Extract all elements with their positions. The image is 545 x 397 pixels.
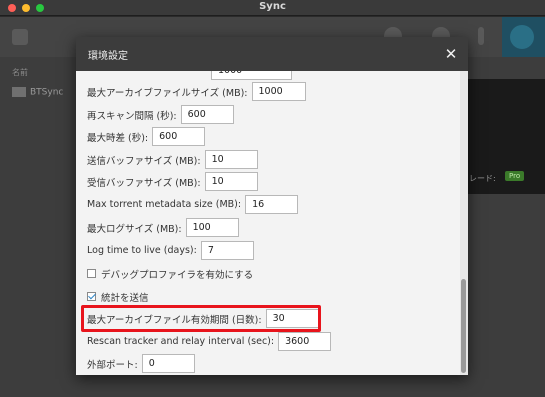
sidebar-header: 名前 xyxy=(12,68,28,77)
setting-row-max-time-diff: 最大時差 (秒): 600 xyxy=(87,127,206,146)
setting-row-recv-buffer: 受信バッファサイズ (MB): 10 xyxy=(87,172,258,191)
setting-label: 最大ログサイズ (MB): xyxy=(87,223,182,235)
setting-label: Max torrent metadata size (MB): xyxy=(87,199,242,210)
setting-partial-input[interactable]: 1000 xyxy=(211,71,292,80)
setting-label: 最大時差 (秒): xyxy=(87,132,149,144)
setting-label: 最大アーカイブファイルサイズ (MB): xyxy=(87,87,248,99)
dialog-title: 環境設定 xyxy=(88,51,128,62)
log-ttl-input[interactable]: 7 xyxy=(200,241,254,260)
setting-row-rescan-interval: 再スキャン間隔 (秒): 600 xyxy=(87,105,234,124)
debug-profiler-checkbox[interactable] xyxy=(87,269,96,278)
setting-label: 再スキャン間隔 (秒): xyxy=(87,110,177,122)
toolbar-divider-icon xyxy=(478,27,484,45)
max-log-input[interactable]: 100 xyxy=(185,218,239,237)
external-port-input[interactable]: 0 xyxy=(141,354,195,373)
rescan-interval-input[interactable]: 600 xyxy=(180,105,234,124)
folder-icon xyxy=(12,87,26,97)
highlight-box xyxy=(81,305,321,332)
setting-row-send-buffer: 送信バッファサイズ (MB): 10 xyxy=(87,150,258,169)
recv-buffer-input[interactable]: 10 xyxy=(204,172,258,191)
setting-row-send-stats[interactable]: 統計を送信 xyxy=(87,287,149,306)
checkbox-label: デバッグプロファイラを有効にする xyxy=(101,269,254,281)
setting-label: Rescan tracker and relay interval (sec): xyxy=(87,336,275,347)
send-stats-checkbox[interactable] xyxy=(87,292,96,301)
max-archive-size-input[interactable]: 1000 xyxy=(251,82,306,101)
setting-row-debug-profiler[interactable]: デバッグプロファイラを有効にする xyxy=(87,264,253,283)
max-time-diff-input[interactable]: 600 xyxy=(152,127,206,146)
pro-badge[interactable]: Pro xyxy=(505,171,525,181)
setting-label: 外部ポート: xyxy=(87,359,138,371)
dialog-header: 環境設定 ✕ xyxy=(76,37,468,71)
dialog-scrollbar[interactable] xyxy=(460,71,468,375)
setting-label: 受信バッファサイズ (MB): xyxy=(87,177,201,189)
upgrade-label: レード: xyxy=(469,174,496,183)
send-buffer-input[interactable]: 10 xyxy=(204,150,258,169)
setting-row-torrent-metadata: Max torrent metadata size (MB): 16 xyxy=(87,195,299,214)
setting-row-max-archive-size: 最大アーカイブファイルサイズ (MB): 1000 xyxy=(87,82,306,101)
setting-row-log-ttl: Log time to live (days): 7 xyxy=(87,241,254,260)
setting-row-rescan-tracker: Rescan tracker and relay interval (sec):… xyxy=(87,332,332,351)
setting-row-external-port: 外部ポート: 0 xyxy=(87,354,195,373)
setting-label: Log time to live (days): xyxy=(87,245,197,256)
sidebar-folder-item[interactable]: BTSync xyxy=(12,87,63,98)
folder-name: BTSync xyxy=(30,87,64,98)
window-title: Sync xyxy=(259,1,286,12)
setting-row-max-log: 最大ログサイズ (MB): 100 xyxy=(87,218,239,237)
torrent-metadata-input[interactable]: 16 xyxy=(245,195,299,214)
window-titlebar: Sync xyxy=(0,0,545,16)
scrollbar-thumb[interactable] xyxy=(461,279,466,373)
add-folder-icon[interactable] xyxy=(12,29,28,45)
checkbox-label: 統計を送信 xyxy=(101,292,149,304)
setting-label: 送信バッファサイズ (MB): xyxy=(87,155,201,167)
close-icon[interactable]: ✕ xyxy=(440,43,462,65)
setting-row-partial: 1000 xyxy=(87,71,292,80)
gear-icon[interactable] xyxy=(510,25,534,49)
rescan-tracker-input[interactable]: 3600 xyxy=(278,332,332,351)
